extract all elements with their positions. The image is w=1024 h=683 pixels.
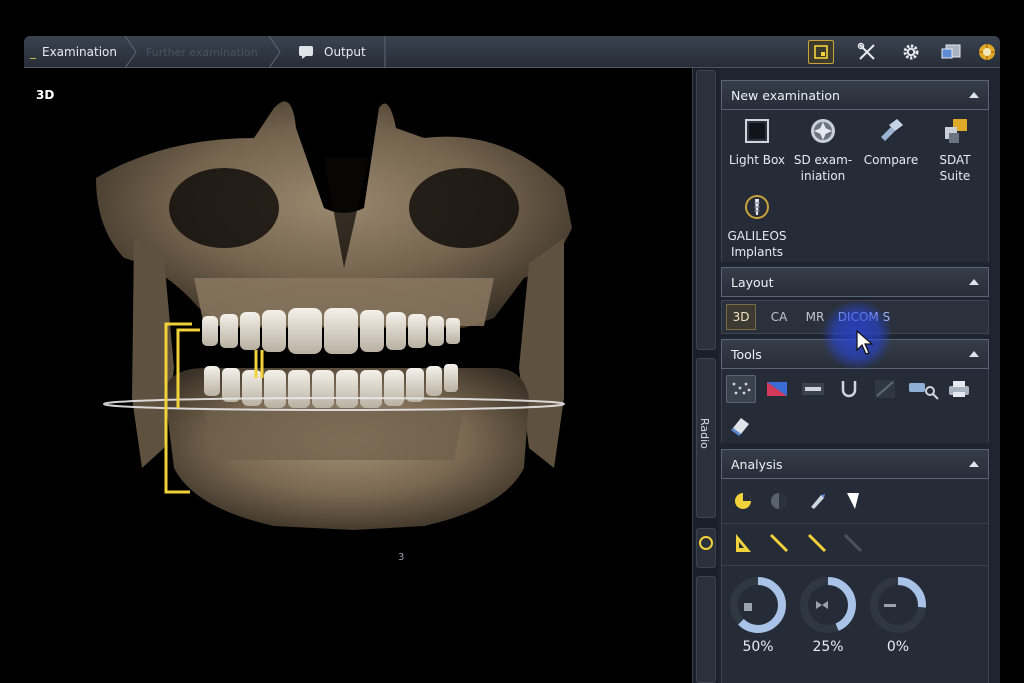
top-tab-bar: _ Examination Further examination Output: [24, 35, 1000, 69]
ring-gauge-icon: [730, 577, 786, 633]
analysis-body: 50% 25% 0%: [721, 479, 989, 683]
pen-icon[interactable]: [802, 487, 832, 515]
distance-measure-icon[interactable]: [802, 529, 832, 557]
triangle-ruler-icon[interactable]: [728, 529, 758, 557]
ring-gauge-icon: [800, 577, 856, 633]
tool-colormap-icon[interactable]: [762, 375, 792, 403]
collapse-caret-icon[interactable]: [969, 351, 979, 357]
help-icon[interactable]: [974, 40, 1000, 64]
analysis-ring-2-label: 25%: [812, 639, 844, 655]
density-icon[interactable]: [728, 487, 758, 515]
analysis-ring-1-label: 50%: [742, 639, 774, 655]
gear-icon[interactable]: [898, 40, 924, 64]
tile-compare-label: Compare: [863, 153, 919, 167]
right-panel: New examination Light Box SD exam- iniat…: [718, 68, 1000, 683]
ring-gauge-icon: [870, 577, 926, 633]
analysis-ring-2[interactable]: 25%: [800, 575, 856, 655]
section-analysis[interactable]: Analysis: [721, 449, 989, 479]
tool-magnet-icon[interactable]: [834, 375, 864, 403]
analysis-ring-3-label: 0%: [886, 639, 910, 655]
tab-separator: [384, 36, 398, 68]
tab-marker: _: [30, 45, 36, 59]
tool-printer-icon[interactable]: [944, 375, 974, 403]
strip-tab-lower[interactable]: [696, 576, 716, 683]
contrast-icon[interactable]: [764, 487, 794, 515]
tab-second[interactable]: Further examination: [146, 36, 258, 68]
analysis-divider: [722, 523, 988, 524]
analysis-divider: [722, 565, 988, 566]
tab-separator: [124, 35, 138, 69]
tile-light-box[interactable]: Light Box: [724, 116, 790, 168]
section-new-examination[interactable]: New examination: [721, 80, 989, 110]
collapse-caret-icon[interactable]: [969, 279, 979, 285]
tab-second-label: Further examination: [146, 45, 258, 59]
angle-cut-icon[interactable]: [838, 487, 868, 515]
tile-galileos-implants[interactable]: GALILEOS Implants: [724, 192, 790, 260]
mouse-cursor-icon: [856, 329, 874, 356]
tile-3d-examination[interactable]: SD exam- iniation: [790, 116, 856, 184]
tab-output-label: Output: [324, 45, 366, 59]
tab-examination[interactable]: _ Examination: [30, 36, 117, 68]
strip-tab-label: Radio: [698, 418, 711, 449]
light-box-toggle-icon[interactable]: [808, 40, 834, 64]
compare-icon: [876, 116, 906, 146]
tool-slice-icon[interactable]: [798, 375, 828, 403]
section-analysis-title: Analysis: [731, 456, 783, 472]
analysis-ring-1[interactable]: 50%: [730, 575, 786, 655]
layout-button-3d[interactable]: 3D: [726, 304, 756, 330]
tab-separator: [268, 35, 282, 69]
tool-points-icon[interactable]: [726, 375, 756, 403]
disabled-measure-icon: [838, 529, 868, 557]
tools-body: [721, 369, 989, 443]
tile-sdat-suite-label: SDAT Suite: [939, 153, 971, 183]
tab-output[interactable]: Output: [298, 36, 366, 68]
collapse-caret-icon[interactable]: [969, 461, 979, 467]
tile-sdat-suite[interactable]: SDAT Suite: [922, 116, 988, 184]
new-examination-body: Light Box SD exam- iniation Compare SDAT…: [721, 110, 989, 262]
analysis-ring-3[interactable]: 0%: [870, 575, 926, 655]
window-icon[interactable]: [938, 40, 964, 64]
line-measure-icon[interactable]: [764, 529, 794, 557]
tool-eraser-icon[interactable]: [726, 411, 756, 439]
tile-galileos-implants-label: GALILEOS Implants: [727, 229, 787, 259]
output-icon: [298, 45, 316, 59]
tool-grid-icon[interactable]: [870, 375, 900, 403]
tile-3d-examination-label: SD exam- iniation: [793, 153, 853, 183]
tool-scan-icon[interactable]: [908, 375, 942, 403]
aperture-icon: [808, 116, 838, 146]
sdat-suite-icon: [940, 116, 970, 146]
collapse-caret-icon[interactable]: [969, 92, 979, 98]
section-layout-title: Layout: [731, 274, 774, 290]
circle-icon: [699, 536, 713, 550]
light-box-icon: [742, 116, 772, 146]
section-new-examination-title: New examination: [731, 87, 840, 103]
implant-icon: [742, 192, 772, 222]
viewport-3d[interactable]: 3D 3: [24, 68, 692, 683]
section-layout[interactable]: Layout: [721, 267, 989, 297]
tile-compare[interactable]: Compare: [858, 116, 924, 168]
tools-icon[interactable]: [854, 40, 880, 64]
layout-button-ca[interactable]: CA: [762, 304, 796, 330]
tab-examination-label: Examination: [42, 45, 118, 59]
viewport-small-label: 3: [398, 552, 405, 563]
section-tools-title: Tools: [731, 346, 762, 362]
panel-side-strip: Radio: [692, 68, 718, 683]
strip-tab-upper[interactable]: [696, 70, 716, 350]
skull-render[interactable]: [24, 68, 692, 683]
tile-light-box-label: Light Box: [728, 153, 786, 167]
